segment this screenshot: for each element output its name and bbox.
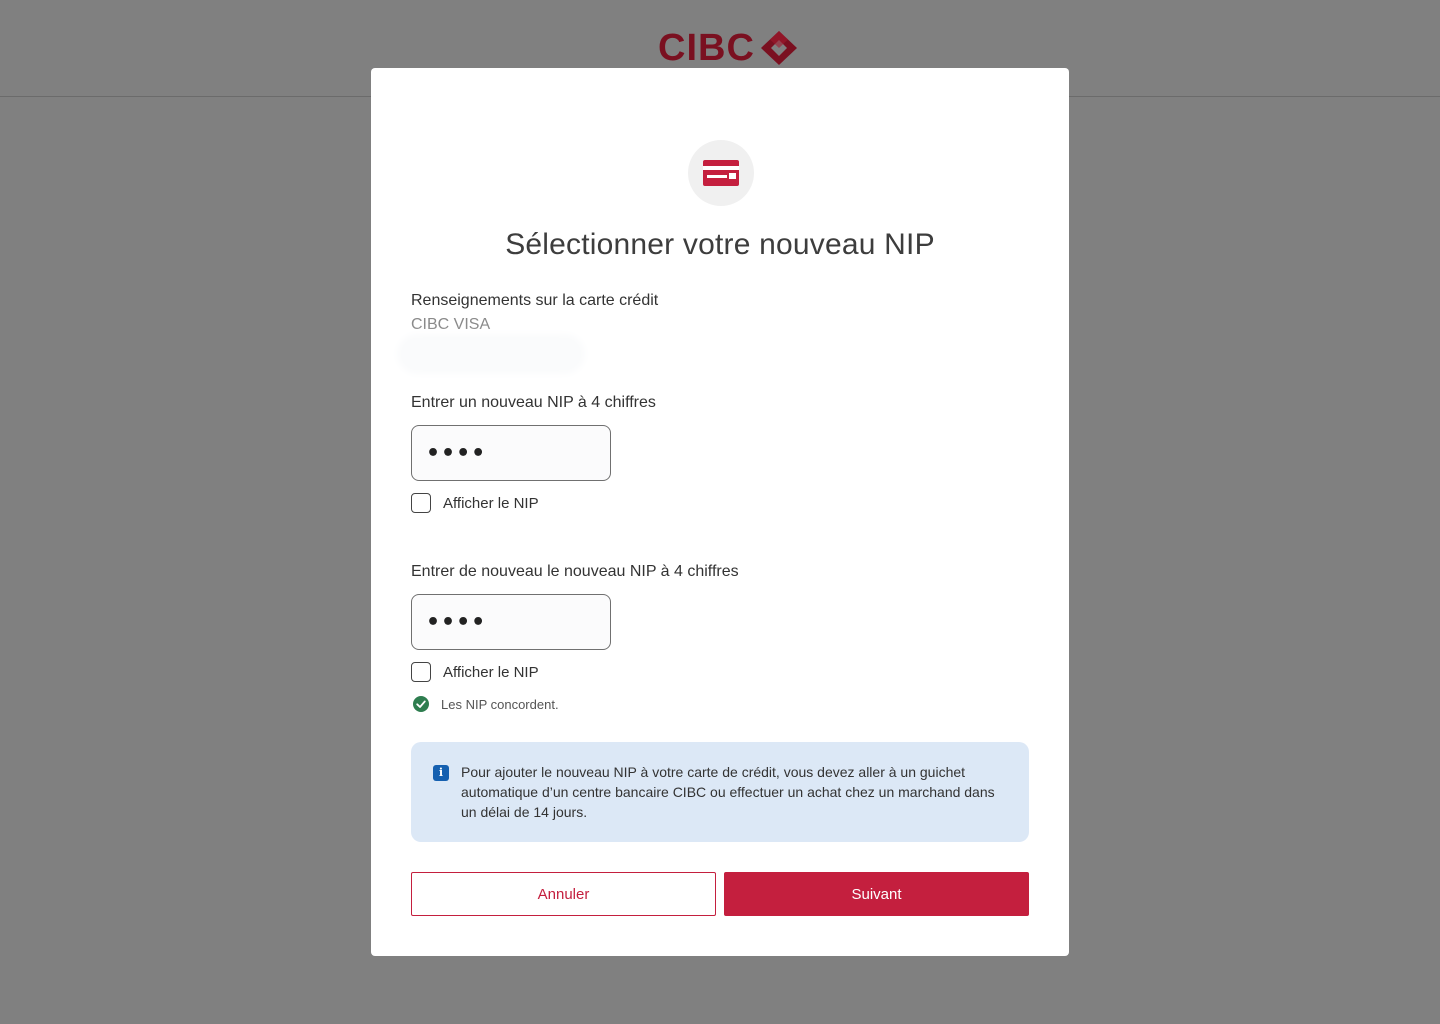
confirm-show-pin-checkbox[interactable] [411, 662, 431, 682]
pin-match-status: Les NIP concordent. [413, 696, 559, 712]
masked-card-number [401, 338, 581, 370]
info-text: Pour ajouter le nouveau NIP à votre cart… [461, 764, 995, 820]
show-pin-toggle[interactable]: Afficher le NIP [411, 493, 539, 513]
cancel-button[interactable]: Annuler [411, 872, 716, 916]
confirm-show-pin-toggle[interactable]: Afficher le NIP [411, 662, 539, 682]
cibc-logo[interactable]: CIBC [658, 28, 799, 68]
card-info-label: Renseignements sur la carte crédit [411, 292, 659, 309]
check-circle-icon [413, 696, 429, 712]
card-icon-circle [688, 140, 754, 206]
logo-text: CIBC [658, 27, 755, 69]
cibc-logo-mark-icon [760, 31, 797, 65]
info-notice: i Pour ajouter le nouveau NIP à votre ca… [411, 742, 1029, 842]
next-button[interactable]: Suivant [724, 872, 1029, 916]
select-pin-dialog: Sélectionner votre nouveau NIP Renseigne… [371, 68, 1069, 956]
page-title: Sélectionner votre nouveau NIP [505, 228, 935, 261]
confirm-pin-input[interactable]: •••• [411, 594, 611, 650]
info-icon: i [433, 765, 449, 781]
show-pin-checkbox[interactable] [411, 493, 431, 513]
new-pin-input[interactable]: •••• [411, 425, 611, 481]
credit-card-icon [703, 160, 739, 186]
confirm-pin-label: Entrer de nouveau le nouveau NIP à 4 chi… [411, 563, 739, 580]
confirm-show-pin-label: Afficher le NIP [443, 663, 539, 681]
show-pin-label: Afficher le NIP [443, 494, 539, 512]
new-pin-label: Entrer un nouveau NIP à 4 chiffres [411, 394, 656, 411]
card-name: CIBC VISA [411, 316, 491, 333]
pin-match-text: Les NIP concordent. [441, 696, 559, 712]
